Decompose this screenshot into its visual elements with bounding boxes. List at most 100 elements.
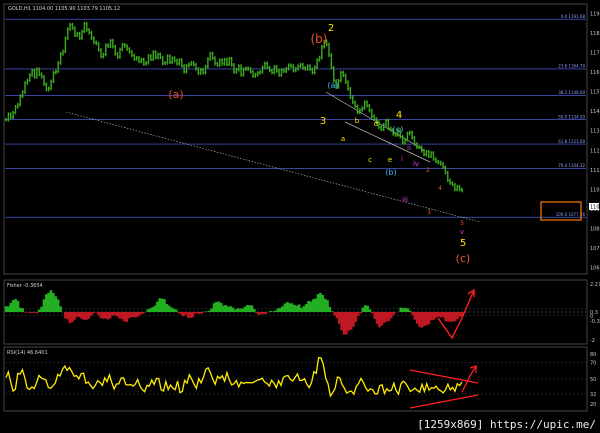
fisher-bar — [366, 305, 369, 312]
fisher-bar — [333, 312, 336, 316]
rsi-tick-label: 20 — [590, 402, 596, 408]
rsi-tick-label: 32 — [590, 392, 596, 398]
price-tick-label: 107 — [590, 246, 600, 252]
fisher-bar — [165, 303, 169, 312]
fisher-bar — [404, 307, 407, 312]
fisher-bar — [446, 312, 450, 322]
price-tick-label: 112 — [590, 148, 600, 154]
fisher-bar — [174, 309, 178, 312]
fisher-bar — [411, 312, 414, 315]
fisher-bar — [28, 312, 32, 313]
fisher-bar — [78, 312, 81, 318]
wave-label: 3 — [427, 209, 431, 216]
fisher-bar — [82, 312, 86, 320]
fisher-bar — [191, 312, 195, 318]
fib-level-label: 61.8 1121.00 — [558, 139, 585, 144]
fisher-bar — [151, 307, 154, 312]
fisher-bar — [139, 312, 143, 315]
fisher-bar — [309, 301, 313, 312]
wave-label: (c) — [393, 125, 404, 134]
fisher-bar — [255, 312, 258, 314]
fisher-bar — [182, 312, 185, 317]
fisher-bar — [70, 312, 74, 323]
rsi-line — [5, 356, 463, 398]
fisher-bar — [170, 307, 173, 312]
wave-label: b — [355, 117, 360, 125]
fisher-bar — [295, 305, 299, 312]
fisher-bar — [118, 312, 121, 319]
fisher-bar — [250, 305, 254, 312]
watermark-footer: [1259x869] https://upic.me/ — [415, 418, 598, 431]
fisher-bar — [125, 312, 128, 323]
fisher-bar — [449, 312, 452, 322]
fisher-bar — [37, 309, 41, 312]
fisher-bar — [361, 307, 365, 312]
fisher-bar — [148, 308, 152, 312]
wave-label: (a) — [168, 88, 183, 101]
fisher-bar — [283, 303, 287, 312]
fibonacci-levels: 0.0 1191.68 23.6 1164.70 38.2 1148.00 50.0 … — [5, 14, 586, 218]
fisher-bar — [441, 312, 445, 318]
price-tick-label: 114 — [590, 109, 600, 115]
fisher-bar — [458, 312, 462, 317]
fisher-bar — [432, 312, 436, 320]
wave-label: (b) — [385, 168, 396, 177]
fisher-bar — [92, 312, 95, 314]
fisher-bar — [345, 312, 348, 335]
fisher-bar — [413, 312, 417, 320]
current-price-label: 110 — [590, 205, 600, 211]
fisher-bar — [99, 312, 102, 318]
fisher-bar — [189, 312, 192, 318]
fisher-bar — [172, 308, 176, 312]
fisher-tick-label: -0.3 — [590, 319, 600, 325]
fib-level-label: 23.6 1164.70 — [558, 64, 585, 69]
fisher-bar — [307, 300, 310, 312]
fisher-bar — [245, 305, 249, 312]
fisher-bar — [208, 310, 211, 312]
price-axis: 1191181171161151141131121111101091081071… — [590, 12, 600, 272]
wave-label: a — [341, 135, 345, 143]
fisher-bar — [451, 312, 455, 322]
fisher-bar — [234, 309, 237, 312]
fisher-bar — [444, 312, 447, 321]
fisher-bar — [158, 298, 162, 312]
fisher-bar — [21, 308, 25, 312]
fisher-bar — [68, 312, 72, 324]
rsi-series — [5, 356, 586, 398]
wave-label: v — [460, 228, 464, 236]
price-panel-frame — [3, 3, 588, 275]
fisher-bar — [122, 312, 126, 322]
fisher-bar — [389, 312, 393, 319]
fisher-bar — [210, 308, 214, 312]
fisher-bar — [271, 311, 275, 312]
fisher-bar — [434, 312, 438, 318]
rsi-triangle-lower — [409, 394, 479, 409]
fisher-bar — [30, 312, 34, 314]
fisher-bar — [326, 300, 329, 312]
fisher-bar — [49, 290, 53, 312]
wave-label: ii — [407, 144, 411, 152]
fib-level-label: 50.0 1134.50 — [558, 114, 585, 119]
fisher-bar — [44, 294, 48, 312]
rsi-title: RSI(14) 46.6401 — [7, 350, 48, 356]
fisher-bar — [16, 300, 20, 312]
wave-label: e — [388, 156, 392, 164]
fisher-bar — [219, 302, 223, 312]
fisher-bar — [248, 305, 251, 312]
fisher-bar — [80, 312, 84, 319]
fisher-bar — [371, 312, 374, 314]
wave-label: 5 — [460, 238, 466, 249]
fisher-bar — [302, 306, 306, 312]
fisher-bar — [224, 305, 228, 312]
price-tick-label: 116 — [590, 70, 600, 76]
fisher-bar — [215, 301, 218, 312]
fisher-bar — [205, 311, 209, 312]
fisher-bar — [243, 306, 247, 312]
fib-level-label: 38.2 1148.00 — [558, 90, 585, 95]
fisher-bar — [276, 308, 280, 312]
wave-label: 5 — [460, 220, 464, 227]
fisher-tick-label: -2 — [590, 338, 595, 344]
fisher-bar — [134, 312, 138, 318]
fisher-bar — [425, 312, 429, 326]
fisher-bar — [132, 312, 136, 318]
